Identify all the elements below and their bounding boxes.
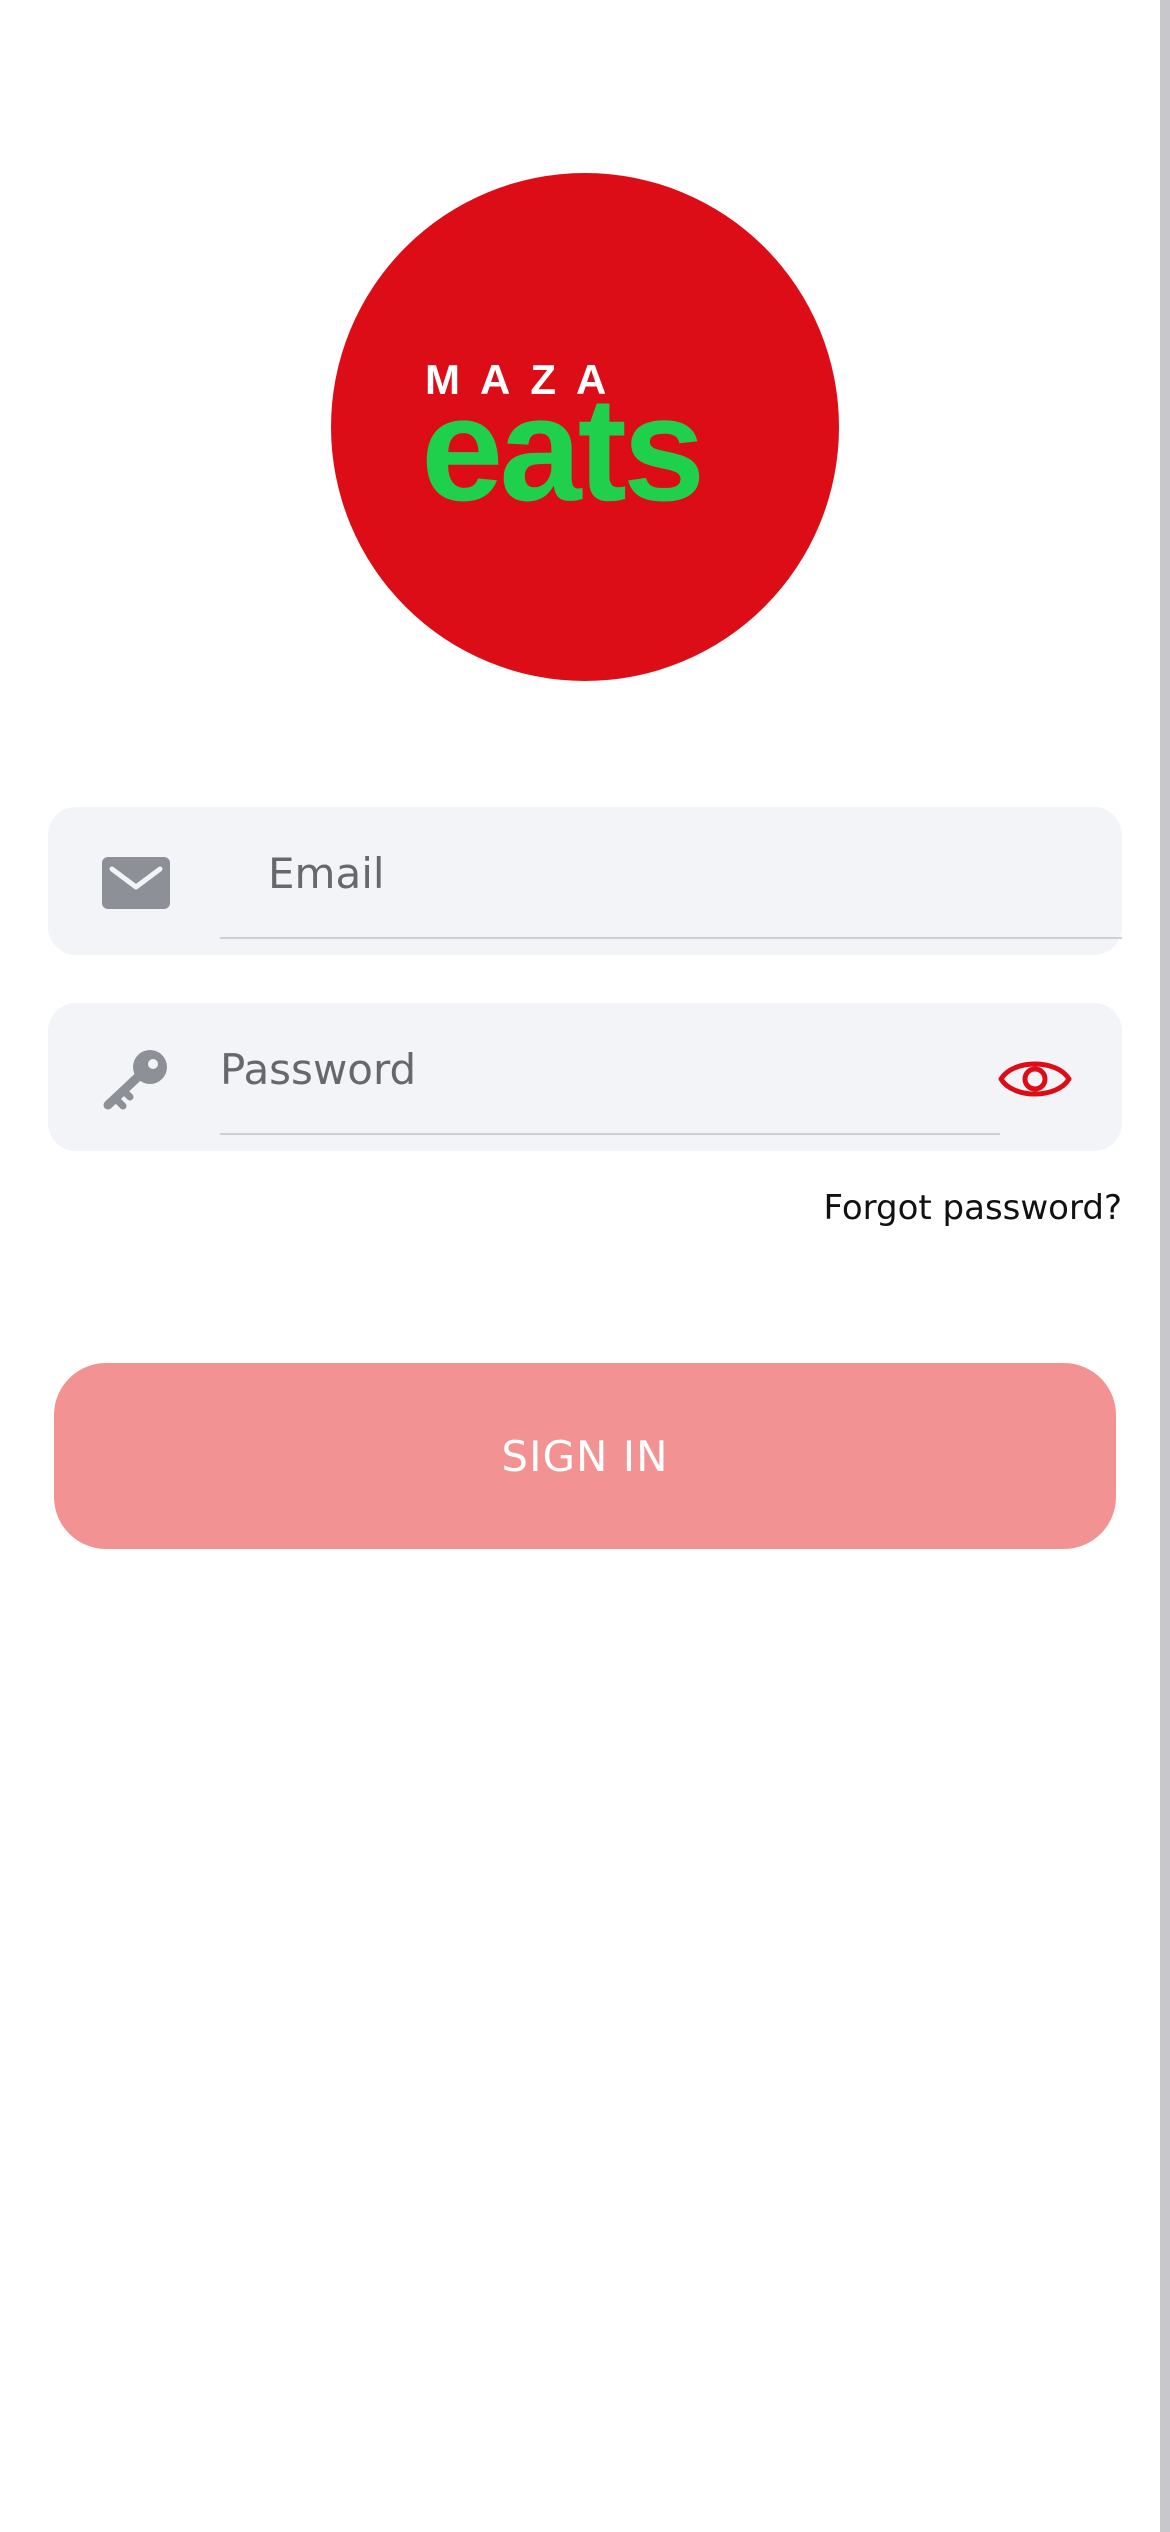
key-icon bbox=[103, 1050, 167, 1110]
sign-in-screen: MAZA eats Forgot password? SIGN IN bbox=[0, 0, 1170, 2532]
eye-icon[interactable] bbox=[998, 1047, 1072, 1111]
email-field-container bbox=[48, 807, 1122, 955]
email-input[interactable] bbox=[268, 837, 1118, 909]
email-underline bbox=[220, 937, 1122, 939]
sign-in-button[interactable]: SIGN IN bbox=[54, 1363, 1116, 1549]
password-field-container bbox=[48, 1003, 1122, 1151]
maza-eats-logo: MAZA eats bbox=[331, 173, 839, 681]
scrollbar[interactable] bbox=[1160, 0, 1170, 2532]
logo-word-eats: eats bbox=[421, 367, 701, 532]
envelope-icon bbox=[102, 857, 170, 909]
password-input[interactable] bbox=[220, 1033, 1000, 1105]
logo-wordmark: MAZA eats bbox=[421, 356, 705, 532]
password-underline bbox=[220, 1133, 1000, 1135]
forgot-password-link[interactable]: Forgot password? bbox=[823, 1188, 1122, 1228]
